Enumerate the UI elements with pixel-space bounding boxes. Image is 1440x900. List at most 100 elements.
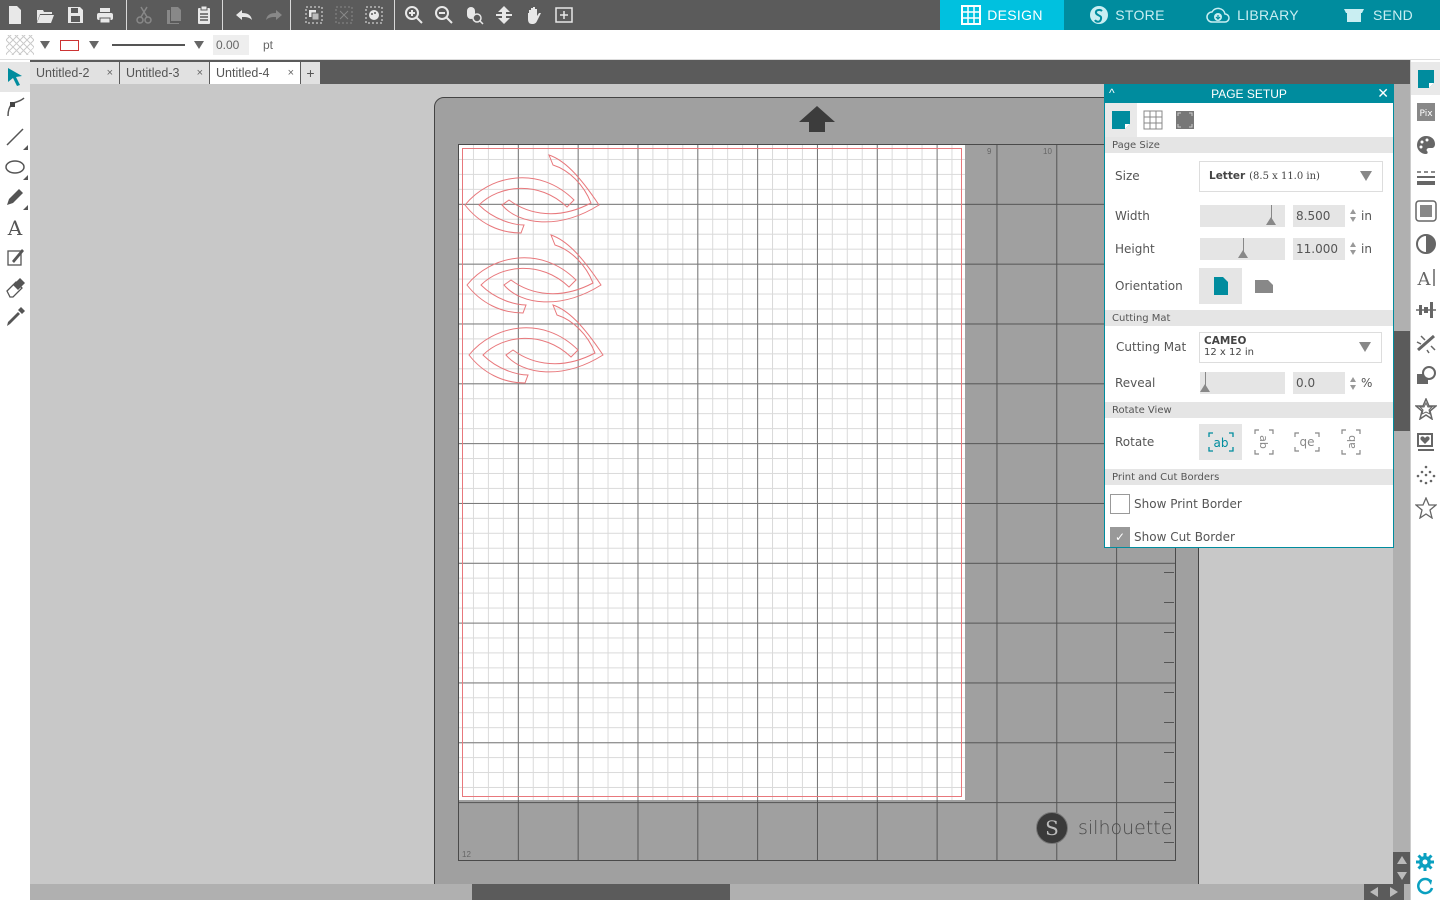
tab-registration-marks[interactable]: [1169, 103, 1201, 137]
show-cut-border-checkbox[interactable]: ✓: [1110, 527, 1130, 547]
vertical-scrollbar[interactable]: [1393, 84, 1410, 884]
vertical-scroll-thumb[interactable]: [1393, 331, 1410, 431]
show-print-border-checkbox[interactable]: [1110, 494, 1130, 514]
horizontal-scrollbar[interactable]: [30, 884, 1410, 900]
modify-icon[interactable]: [1411, 359, 1440, 392]
tab-grid-settings[interactable]: [1137, 103, 1169, 137]
line-style-selector[interactable]: [112, 30, 204, 60]
design-shape[interactable]: [468, 304, 604, 384]
select-tool-icon[interactable]: [0, 62, 30, 92]
eyedropper-tool-icon[interactable]: [0, 302, 30, 332]
close-tab-icon[interactable]: ×: [197, 67, 203, 79]
ungroup-icon[interactable]: [329, 0, 359, 30]
height-spinner[interactable]: [1349, 238, 1357, 260]
tab-page-setup[interactable]: [1105, 103, 1137, 137]
pixscan-icon[interactable]: Pix: [1411, 95, 1440, 128]
stroke-color-selector[interactable]: [60, 30, 99, 60]
portrait-button[interactable]: [1199, 268, 1242, 304]
pencil-tool-icon[interactable]: [0, 182, 30, 212]
slider-knob[interactable]: [1266, 216, 1277, 225]
redo-icon[interactable]: [259, 0, 289, 30]
trace-icon[interactable]: [1411, 227, 1440, 260]
close-tab-icon[interactable]: ×: [107, 67, 113, 79]
tab-design[interactable]: DESIGN: [940, 0, 1064, 30]
slider-knob[interactable]: [1200, 384, 1210, 392]
fill-panel-icon[interactable]: [1411, 128, 1440, 161]
doc-tab-untitled-2[interactable]: Untitled-2 ×: [30, 62, 120, 84]
reveal-slider[interactable]: [1200, 372, 1285, 394]
collapse-panel-icon[interactable]: ^: [1109, 86, 1115, 100]
line-width-field[interactable]: 0.00 pt: [213, 30, 273, 60]
save-icon[interactable]: [60, 0, 90, 30]
scroll-down-icon[interactable]: [1396, 872, 1407, 880]
eraser-tool-icon[interactable]: [0, 272, 30, 302]
pan-icon[interactable]: [519, 0, 549, 30]
height-input[interactable]: 11.000: [1293, 237, 1345, 260]
rotate-180-button[interactable]: qe: [1285, 424, 1328, 460]
line-style-icon[interactable]: [1411, 161, 1440, 194]
stroke-dropdown-caret[interactable]: [89, 41, 99, 49]
cut-icon[interactable]: [129, 0, 159, 30]
add-tab-button[interactable]: +: [301, 62, 321, 84]
print-cut-icon[interactable]: [1411, 425, 1440, 458]
doc-tab-untitled-3[interactable]: Untitled-3 ×: [120, 62, 210, 84]
text-style-icon[interactable]: A: [1411, 260, 1440, 293]
print-icon[interactable]: [90, 0, 120, 30]
width-input[interactable]: 8.500: [1293, 204, 1345, 227]
copy-icon[interactable]: [159, 0, 189, 30]
ellipse-tool-icon[interactable]: [0, 152, 30, 182]
settings-gear-icon[interactable]: [1415, 852, 1435, 872]
scroll-left-icon[interactable]: [1370, 887, 1378, 897]
letter-page[interactable]: [459, 145, 965, 800]
sketch-icon[interactable]: [1411, 458, 1440, 491]
offset-icon[interactable]: [1411, 194, 1440, 227]
close-tab-icon[interactable]: ×: [288, 67, 294, 79]
sync-icon[interactable]: [1415, 876, 1435, 896]
doc-tab-untitled-4[interactable]: Untitled-4 ×: [210, 62, 301, 84]
horizontal-scroll-thumb[interactable]: [472, 884, 730, 900]
text-tool-icon[interactable]: A: [0, 212, 30, 242]
knife-tool-icon[interactable]: [0, 242, 30, 272]
fill-selector[interactable]: [6, 30, 50, 60]
line-width-input[interactable]: 0.00: [213, 35, 249, 55]
zoom-in-icon[interactable]: [399, 0, 429, 30]
tab-send[interactable]: SEND: [1314, 0, 1440, 30]
fill-dropdown-caret[interactable]: [40, 41, 50, 49]
rotate-90-button[interactable]: ab: [1242, 424, 1285, 460]
reveal-input[interactable]: 0.0: [1293, 372, 1345, 394]
open-folder-icon[interactable]: [30, 0, 60, 30]
tab-library[interactable]: LIBRARY: [1190, 0, 1314, 30]
release-compound-icon[interactable]: [359, 0, 389, 30]
close-panel-icon[interactable]: ✕: [1377, 85, 1389, 102]
width-slider[interactable]: [1200, 204, 1285, 227]
page-setup-icon[interactable]: [1411, 62, 1440, 95]
scroll-up-icon[interactable]: [1396, 856, 1407, 864]
line-tool-icon[interactable]: [0, 122, 30, 152]
zoom-out-icon[interactable]: [429, 0, 459, 30]
design-shape[interactable]: [464, 154, 600, 234]
reveal-spinner[interactable]: [1349, 372, 1357, 394]
fit-to-page-icon[interactable]: [489, 0, 519, 30]
edit-points-icon[interactable]: [0, 92, 30, 122]
line-style-dropdown-caret[interactable]: [194, 41, 204, 49]
rotate-270-button[interactable]: ab: [1329, 424, 1372, 460]
height-slider[interactable]: [1200, 237, 1285, 260]
replicate-icon[interactable]: [1411, 326, 1440, 359]
zoom-select-icon[interactable]: [459, 0, 489, 30]
scroll-right-icon[interactable]: [1390, 887, 1398, 897]
slider-knob[interactable]: [1237, 249, 1248, 258]
undo-icon[interactable]: [229, 0, 259, 30]
page-size-select[interactable]: Letter (8.5 x 11.0 in): [1199, 160, 1383, 192]
paste-icon[interactable]: [189, 0, 219, 30]
design-shape[interactable]: [466, 234, 602, 314]
group-icon[interactable]: [299, 0, 329, 30]
width-spinner[interactable]: [1349, 205, 1357, 227]
transform-icon[interactable]: [1411, 293, 1440, 326]
cutting-mat-select[interactable]: CAMEO 12 x 12 in: [1199, 331, 1382, 363]
landscape-button[interactable]: [1242, 268, 1285, 304]
fit-to-window-icon[interactable]: [549, 0, 579, 30]
offset-star-icon[interactable]: [1411, 392, 1440, 425]
rotate-0-button[interactable]: ab: [1199, 424, 1242, 460]
tab-store[interactable]: STORE: [1064, 0, 1190, 30]
favorites-star-icon[interactable]: [1411, 491, 1440, 524]
